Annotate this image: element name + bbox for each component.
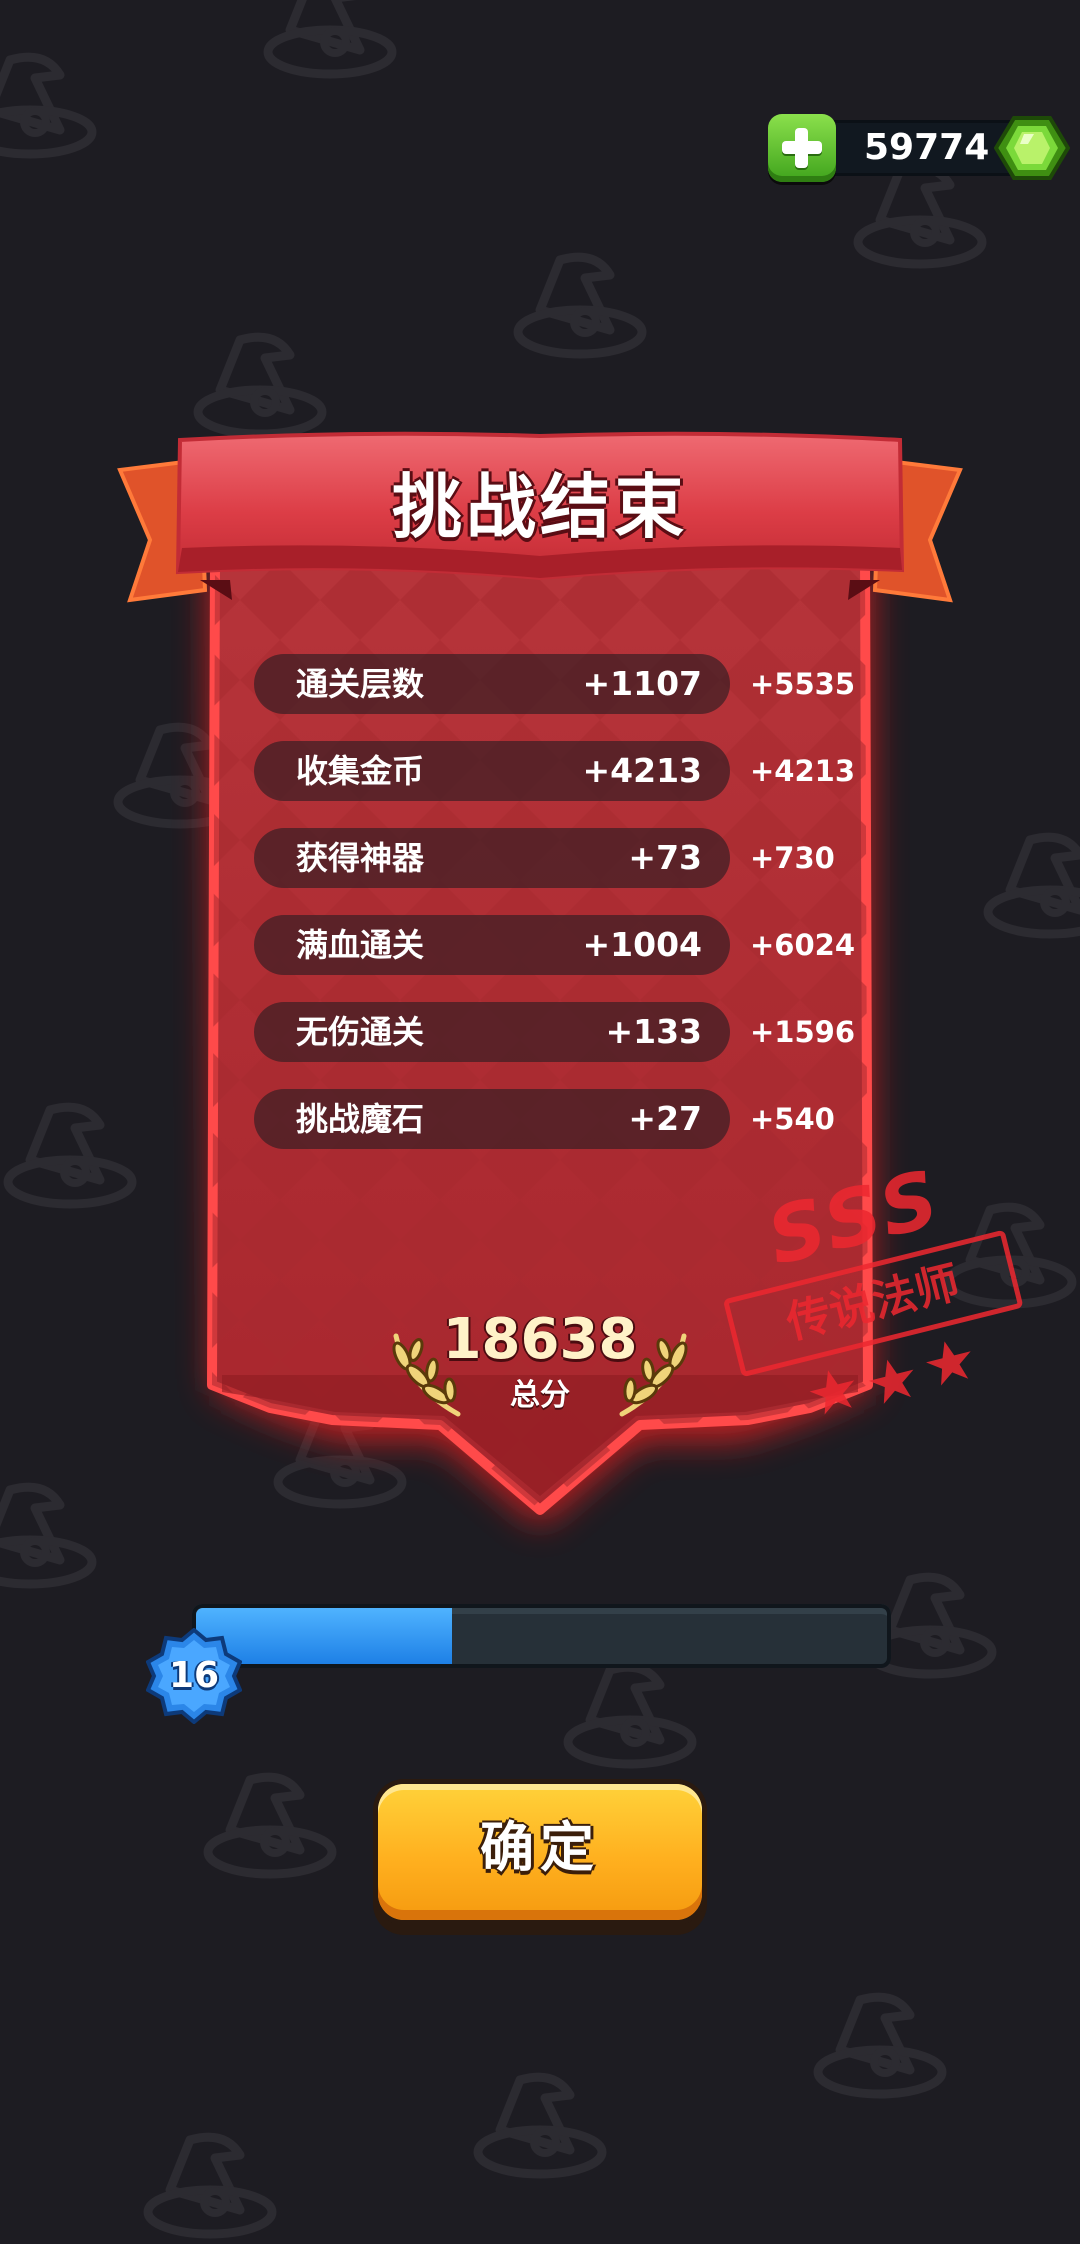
score-row: 收集金币 +4213 +4213 bbox=[254, 741, 864, 801]
row-bonus: +1596 bbox=[750, 1015, 856, 1049]
row-label: 通关层数 bbox=[296, 665, 425, 703]
confirm-button-label: 确定 bbox=[480, 1816, 600, 1879]
add-gems-button[interactable] bbox=[768, 114, 836, 182]
row-bonus: +730 bbox=[750, 841, 835, 875]
row-score: +27 bbox=[628, 1099, 702, 1138]
score-rows: 通关层数 +1107 +5535 收集金币 +4213 +4213 获得神器 +… bbox=[254, 654, 864, 1176]
gem-count: 59774 bbox=[864, 127, 990, 168]
row-score: +73 bbox=[628, 838, 702, 877]
row-label: 收集金币 bbox=[296, 752, 425, 790]
row-score: +133 bbox=[605, 1012, 702, 1051]
row-score: +1107 bbox=[582, 664, 703, 703]
gem-currency-bar: 59774 bbox=[768, 114, 1070, 182]
score-row: 无伤通关 +133 +1596 bbox=[254, 1002, 864, 1062]
score-row: 获得神器 +73 +730 bbox=[254, 828, 864, 888]
row-bonus: +540 bbox=[750, 1102, 835, 1136]
score-row: 满血通关 +1004 +6024 bbox=[254, 915, 864, 975]
row-bonus: +4213 bbox=[750, 754, 856, 788]
total-score-value: 18638 bbox=[442, 1307, 638, 1372]
row-label: 无伤通关 bbox=[296, 1013, 425, 1051]
green-gem-icon bbox=[994, 116, 1070, 180]
row-bonus: +5535 bbox=[750, 667, 856, 701]
row-label: 获得神器 bbox=[296, 839, 425, 877]
level-number: 16 bbox=[168, 1655, 220, 1696]
row-label: 满血通关 bbox=[296, 926, 425, 964]
panel-title: 挑战结束 bbox=[392, 466, 688, 548]
score-row: 挑战魔石 +27 +540 bbox=[254, 1089, 864, 1149]
level-progress-bar bbox=[192, 1604, 891, 1668]
total-score-label: 总分 bbox=[510, 1378, 570, 1413]
confirm-button[interactable]: 确定 bbox=[378, 1784, 702, 1920]
row-score: +1004 bbox=[582, 925, 703, 964]
row-bonus: +6024 bbox=[750, 928, 856, 962]
row-label: 挑战魔石 bbox=[296, 1100, 425, 1138]
score-row: 通关层数 +1107 +5535 bbox=[254, 654, 864, 714]
row-score: +4213 bbox=[582, 751, 703, 790]
